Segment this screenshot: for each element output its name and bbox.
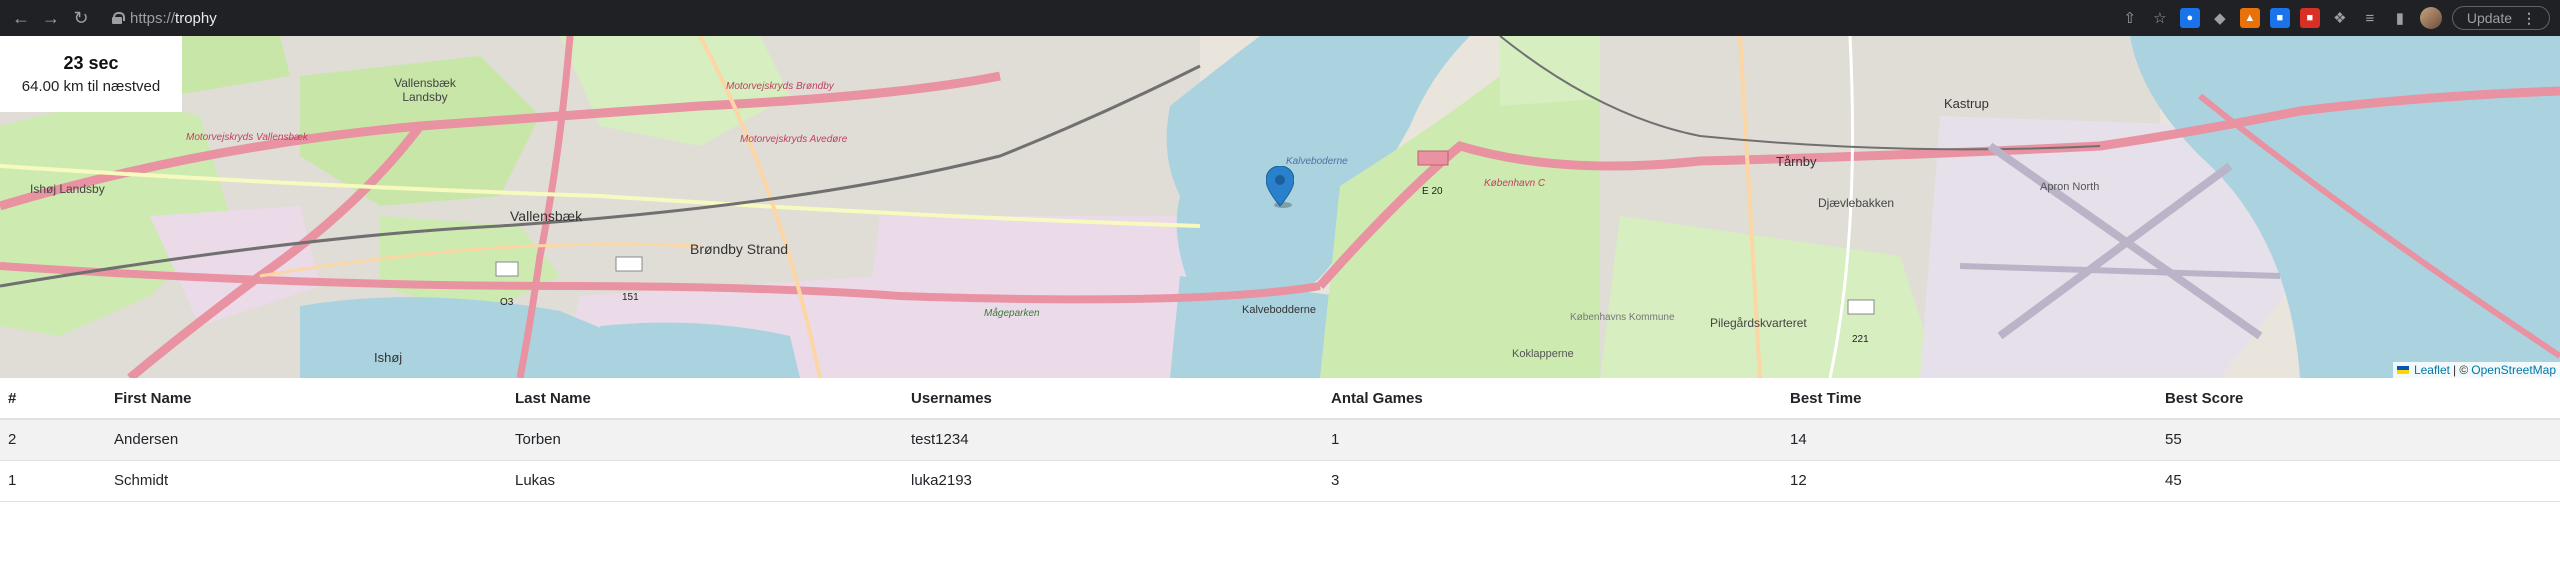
- column-header: #: [0, 378, 106, 420]
- puzzle-icon[interactable]: ❖: [2330, 8, 2350, 28]
- browser-toolbar: ← → ↻ https://trophy ⇧ ☆ ● ◆ ▲ ■ ■ ❖ ≡ ▮…: [0, 0, 2560, 36]
- column-header: Usernames: [903, 378, 1323, 420]
- map-label: Koklapperne: [1512, 348, 1574, 360]
- map-label: 151: [622, 292, 639, 303]
- map[interactable]: Vallensbæk Landsby Ishøj Landsby Vallens…: [0, 36, 2560, 378]
- arrow-right-icon[interactable]: →: [38, 5, 64, 31]
- share-icon[interactable]: ⇧: [2120, 8, 2140, 28]
- table-cell: 55: [2157, 419, 2560, 461]
- map-attribution: Leaflet | © OpenStreetMap: [2392, 362, 2560, 378]
- table-cell: 14: [1782, 419, 2157, 461]
- map-label: E 20: [1422, 186, 1443, 197]
- map-label: O3: [500, 297, 514, 308]
- map-label: Kalveboderne: [1286, 156, 1348, 167]
- column-header: Last Name: [507, 378, 903, 420]
- column-header: Best Time: [1782, 378, 2157, 420]
- column-header: Best Score: [2157, 378, 2560, 420]
- leaflet-link[interactable]: Leaflet: [2414, 363, 2450, 377]
- map-label: Københavns Kommune: [1570, 312, 1675, 323]
- toolbar-actions: ⇧ ☆ ● ◆ ▲ ■ ■ ❖ ≡ ▮ Update ⋮: [2120, 4, 2550, 32]
- table-cell: 3: [1323, 460, 1782, 502]
- map-label: Motorvejskryds Vallensbæk: [186, 132, 308, 143]
- table-cell: luka2193: [903, 460, 1323, 502]
- column-header: Antal Games: [1323, 378, 1782, 420]
- map-label: Motorvejskryds Avedøre: [740, 134, 848, 145]
- extension-icon[interactable]: ■: [2269, 8, 2290, 28]
- distance-info-box: 23 sec 64.00 km til næstved: [0, 36, 182, 112]
- osm-link[interactable]: OpenStreetMap: [2471, 363, 2556, 377]
- attribution-separator: | ©: [2452, 363, 2469, 377]
- map-label: Ishøj Landsby: [30, 182, 105, 196]
- map-label: Vallensbæk: [510, 208, 583, 224]
- map-label: Mågeparken: [984, 308, 1040, 319]
- address-bar[interactable]: https://trophy: [112, 5, 217, 31]
- update-label: Update: [2466, 10, 2512, 26]
- table-cell: Andersen: [106, 419, 507, 461]
- table-cell: Schmidt: [106, 460, 507, 502]
- map-label: Motorvejskryds Brøndby: [726, 81, 834, 92]
- map-label: Vallensbæk Landsby: [394, 76, 456, 104]
- table-cell: test1234: [903, 419, 1323, 461]
- table-row: 1 Schmidt Lukas luka2193 3 12 45: [0, 460, 2560, 502]
- road-shield: [1847, 299, 1875, 315]
- url-host: trophy: [175, 9, 217, 27]
- table-header-row: # First Name Last Name Usernames Antal G…: [0, 378, 2560, 420]
- map-label: 221: [1852, 334, 1869, 345]
- elapsed-time: 23 sec: [63, 53, 119, 73]
- extension-icon[interactable]: ▲: [2239, 8, 2260, 28]
- distance-text: 64.00 km til næstved: [21, 78, 161, 95]
- location-pin-icon[interactable]: [1266, 166, 1294, 208]
- update-button[interactable]: Update ⋮: [2451, 6, 2550, 30]
- map-label: Brøndby Strand: [690, 241, 789, 257]
- table-cell: 45: [2157, 460, 2560, 502]
- side-panel-icon[interactable]: ▮: [2390, 8, 2410, 28]
- more-icon: ⋮: [2522, 9, 2536, 26]
- leaderboard-table: # First Name Last Name Usernames Antal G…: [0, 378, 2560, 502]
- table-cell: 2: [0, 419, 106, 461]
- extension-icon[interactable]: ■: [2299, 8, 2320, 28]
- map-label: Pilegårdskvarteret: [1710, 316, 1807, 330]
- map-label: Kalvebodderne: [1242, 304, 1317, 316]
- leaderboard: # First Name Last Name Usernames Antal G…: [0, 378, 2560, 502]
- map-label: Kastrup: [1944, 96, 1989, 111]
- reload-icon[interactable]: ↻: [68, 5, 94, 31]
- road-shield: [615, 256, 643, 272]
- avatar[interactable]: [2419, 7, 2442, 29]
- extension-icon[interactable]: ●: [2179, 8, 2200, 28]
- ukraine-flag-icon: [2396, 366, 2409, 374]
- arrow-left-icon[interactable]: ←: [8, 5, 34, 31]
- road-shield: [495, 261, 519, 277]
- url-scheme: https://: [130, 9, 176, 27]
- table-cell: Torben: [507, 419, 903, 461]
- table-cell: Lukas: [507, 460, 903, 502]
- url-text[interactable]: https://trophy: [130, 10, 217, 27]
- table-row: 2 Andersen Torben test1234 1 14 55: [0, 419, 2560, 461]
- reading-list-icon[interactable]: ≡: [2360, 8, 2380, 28]
- lock-icon: [112, 12, 125, 24]
- table-cell: 1: [0, 460, 106, 502]
- column-header: First Name: [106, 378, 507, 420]
- map-label: København C: [1484, 178, 1546, 189]
- road-shield: [1417, 150, 1449, 166]
- map-label: Tårnby: [1776, 154, 1817, 169]
- map-label: Apron North: [2040, 181, 2100, 193]
- map-label: Ishøj: [374, 350, 403, 365]
- star-icon[interactable]: ☆: [2150, 8, 2170, 28]
- table-cell: 12: [1782, 460, 2157, 502]
- extension-icon[interactable]: ◆: [2210, 8, 2230, 28]
- table-cell: 1: [1323, 419, 1782, 461]
- map-label: Djævlebakken: [1818, 196, 1895, 210]
- nav-buttons: ← → ↻: [8, 5, 94, 31]
